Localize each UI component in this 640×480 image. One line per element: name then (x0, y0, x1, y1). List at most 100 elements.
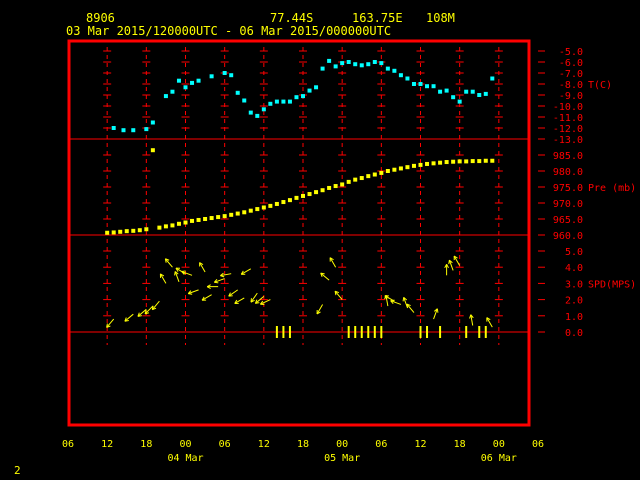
temperature-point (438, 89, 443, 94)
temperature-point (346, 60, 351, 64)
pressure-point (105, 230, 110, 235)
temperature-point (190, 80, 195, 85)
pressure-point (379, 170, 384, 175)
y-tick-label: 970.0 (553, 199, 583, 210)
temperature-point (320, 66, 325, 71)
pressure-point (385, 169, 390, 173)
wind-arrow (164, 258, 173, 268)
pressure-point (157, 225, 162, 230)
temperature-point (209, 74, 214, 79)
wind-arrow (316, 304, 324, 315)
y-tick-label: -10.0 (553, 102, 583, 113)
wind-arrow (329, 257, 337, 268)
y-tick-label: 0.0 (565, 328, 583, 339)
temperature-point (131, 128, 136, 133)
pressure-point (477, 159, 482, 164)
y-tick-label: 960.0 (553, 231, 583, 242)
pressure-point (490, 158, 495, 163)
pressure-point (137, 228, 142, 233)
pressure-point (209, 216, 214, 221)
wind-arrow (213, 278, 225, 284)
temperature-point (268, 101, 273, 106)
y-tick-label: -5.0 (559, 47, 583, 58)
wind-arrow-head (181, 270, 186, 273)
pressure-point (444, 160, 449, 165)
pressure-point (124, 229, 129, 234)
temperature-point (392, 68, 397, 73)
temperature-point (176, 78, 181, 83)
x-tick-label: 00 (493, 439, 505, 450)
pressure-point (170, 223, 175, 228)
x-tick-label: 00 (179, 439, 191, 450)
temperature-point (490, 76, 495, 81)
pressure-point (366, 174, 371, 179)
wind-arrow (433, 308, 439, 320)
wind-arrow-head (174, 271, 176, 276)
x-tick-label: 06 (219, 439, 231, 450)
pressure-point (307, 192, 312, 197)
temperature-point (144, 127, 149, 132)
wind-arrow-head (188, 293, 193, 295)
pressure-point (470, 159, 475, 164)
temperature-point (170, 89, 175, 94)
temperature-point (353, 62, 358, 67)
pressure-point (451, 159, 456, 164)
wind-arrow (206, 284, 219, 289)
wind-arrow (334, 290, 343, 300)
temperature-point (281, 99, 286, 104)
temperature-point (451, 95, 456, 100)
wind-arrow (406, 303, 415, 313)
pressure-point (203, 217, 208, 221)
wind-arrow (320, 272, 330, 281)
temperature-point (294, 95, 299, 100)
y-axis-label: T(C) (588, 80, 612, 91)
pressure-point (183, 220, 188, 225)
pressure-point (294, 195, 299, 200)
y-tick-label: 965.0 (553, 215, 583, 226)
y-tick-label: -12.0 (553, 124, 583, 135)
temperature-point (333, 64, 338, 69)
temperature-point (431, 84, 436, 89)
temperature-point (385, 66, 390, 71)
temperature-point (307, 88, 312, 93)
y-axis-label: SPD(MPS) (588, 279, 636, 290)
x-tick-label: 00 (336, 439, 348, 450)
pressure-point (274, 201, 279, 206)
pressure-point (268, 203, 273, 208)
y-tick-label: 5.0 (565, 247, 583, 258)
temperature-point (464, 89, 469, 94)
pressure-point (261, 205, 266, 210)
wind-arrow (174, 271, 180, 282)
temperature-point (196, 78, 201, 83)
pressure-point (327, 185, 332, 190)
pressure-point (301, 193, 305, 198)
temperature-point (121, 128, 126, 133)
wind-arrow (187, 289, 199, 295)
temperature-point (248, 110, 253, 115)
meteogram: -5.0-6.0-7.0-8.0-9.0-10.0-11.0-12.0-13.0… (62, 39, 636, 464)
temperature-point (235, 90, 240, 95)
wind-arrow-head (436, 308, 439, 313)
wind-arrow (181, 270, 193, 276)
wind-arrow (390, 299, 402, 305)
pressure-point (248, 208, 253, 213)
x-day-label: 04 Mar (167, 453, 203, 464)
temperature-point (470, 89, 475, 94)
y-tick-label: -11.0 (553, 113, 583, 124)
pressure-point (216, 215, 221, 220)
wind-arrow (234, 297, 245, 304)
pressure-point (176, 221, 181, 226)
pressure-point (235, 211, 240, 216)
pressure-point (431, 161, 436, 166)
y-tick-label: -9.0 (559, 91, 583, 102)
pressure-point (333, 184, 338, 189)
y-tick-label: 2.0 (565, 296, 583, 307)
pressure-point (372, 172, 377, 177)
temperature-point (287, 99, 292, 104)
pressure-point (150, 148, 155, 153)
wind-arrow (402, 296, 408, 308)
wind-arrow-head (220, 275, 225, 278)
y-tick-label: 4.0 (565, 263, 583, 274)
temperature-point (405, 76, 410, 81)
wind-arrow-head (448, 260, 450, 265)
